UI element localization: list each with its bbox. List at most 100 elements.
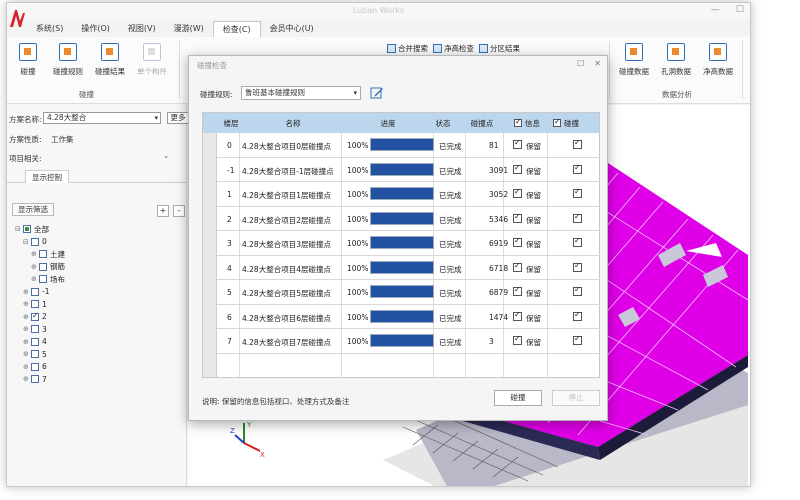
expand-node-icon[interactable]: ⊕ <box>23 338 31 346</box>
expand-node-icon[interactable]: ⊕ <box>23 325 31 333</box>
tree-checkbox[interactable] <box>31 375 39 384</box>
expand-node-icon[interactable]: ⊕ <box>23 363 31 371</box>
tree-item[interactable]: ⊕ 5 <box>15 348 65 361</box>
collision-result-button[interactable]: 碰撞结果 <box>89 43 131 77</box>
tree-item[interactable]: ⊕ 4 <box>15 336 65 349</box>
expand-node-icon[interactable]: ⊕ <box>23 350 31 358</box>
info-keep-checkbox[interactable] <box>513 163 522 174</box>
collapse-chevron-icon[interactable]: ⌄ <box>163 151 169 160</box>
menu-item[interactable]: 漫游(W) <box>165 21 213 37</box>
tree-item[interactable]: ⊕ 1 <box>15 298 65 311</box>
menu-item[interactable]: 检查(C) <box>212 21 261 37</box>
menu-item[interactable]: 视图(V) <box>119 21 165 37</box>
table-row[interactable]: -1 4.28大整合项目-1层碰撞点 100% 已完成 3091 保留 <box>217 158 600 182</box>
hole-data-button[interactable]: 孔洞数据 <box>655 43 697 77</box>
tree-item[interactable]: ⊕ 场布 <box>15 273 65 286</box>
stop-button[interactable]: 停止 <box>552 390 600 406</box>
expand-all-button[interactable]: + <box>157 205 169 217</box>
table-row[interactable]: 6 4.28大整合项目6层碰撞点 100% 已完成 1474 保留 <box>217 305 600 329</box>
col-info[interactable]: 信息 <box>507 117 547 129</box>
tree-item[interactable]: ⊕ 土建 <box>15 248 65 261</box>
collision-checkbox[interactable] <box>573 163 582 174</box>
edit-rule-icon[interactable] <box>370 86 384 100</box>
tree-checkbox[interactable] <box>39 275 47 284</box>
table-row[interactable]: 5 4.28大整合项目5层碰撞点 100% 已完成 6879 保留 <box>217 280 600 305</box>
merge-search-button[interactable]: 合并搜索 <box>387 43 428 54</box>
collision-checkbox[interactable] <box>573 187 582 198</box>
clearance-data-button[interactable]: 净高数据 <box>697 43 739 77</box>
tree-checkbox[interactable] <box>31 237 39 246</box>
maximize-icon[interactable]: ☐ <box>736 5 744 15</box>
expand-node-icon[interactable]: ⊕ <box>31 263 39 271</box>
expand-node-icon[interactable]: ⊕ <box>23 313 31 321</box>
collision-checkbox[interactable] <box>573 212 582 223</box>
expand-node-icon[interactable]: ⊕ <box>23 375 31 383</box>
dialog-close-icon[interactable]: ✕ <box>594 59 601 68</box>
display-filter-button[interactable]: 显示筛选 <box>12 203 54 216</box>
more-button[interactable]: 更多 <box>167 112 189 124</box>
collapse-node-icon[interactable]: ⊟ <box>23 238 31 246</box>
zone-result-button[interactable]: 分区结果 <box>479 43 520 54</box>
expand-node-icon[interactable]: ⊕ <box>31 275 39 283</box>
info-keep-checkbox[interactable] <box>513 310 522 321</box>
collision-button[interactable]: 碰撞 <box>7 43 49 77</box>
tree-item[interactable]: ⊕ 3 <box>15 323 65 336</box>
info-keep-checkbox[interactable] <box>513 261 522 272</box>
collision-checkbox[interactable] <box>573 285 582 296</box>
table-row[interactable]: 3 4.28大整合项目3层碰撞点 100% 已完成 6919 保留 <box>217 231 600 256</box>
info-keep-checkbox[interactable] <box>513 138 522 149</box>
clearance-check-button[interactable]: 净高检查 <box>433 43 474 54</box>
table-row[interactable]: 1 4.28大整合项目1层碰撞点 100% 已完成 3052 保留 <box>217 182 600 207</box>
collision-rule-select[interactable]: 鲁班基本碰撞规则 <box>241 86 361 100</box>
table-row[interactable]: 4 4.28大整合项目4层碰撞点 100% 已完成 6718 保留 <box>217 256 600 280</box>
tree-checkbox[interactable] <box>31 337 39 346</box>
info-all-checkbox[interactable] <box>514 117 522 127</box>
collision-checkbox[interactable] <box>573 236 582 247</box>
info-keep-checkbox[interactable] <box>513 334 522 345</box>
plan-name-select[interactable]: 4.28大整合 <box>43 112 161 124</box>
tree-checkbox[interactable] <box>31 287 39 296</box>
tree-item[interactable]: ⊟ 全部 <box>15 223 65 236</box>
collision-checkbox[interactable] <box>573 334 582 345</box>
tree-item[interactable]: ⊕ 钢筋 <box>15 261 65 274</box>
table-row[interactable]: 2 4.28大整合项目2层碰撞点 100% 已完成 5346 保留 <box>217 207 600 231</box>
tree-checkbox[interactable] <box>31 350 39 359</box>
collapse-node-icon[interactable]: ⊟ <box>15 225 23 233</box>
tree-item[interactable]: ⊕2 <box>15 311 65 324</box>
collision-data-button[interactable]: 碰撞数据 <box>613 43 655 77</box>
menu-item[interactable]: 操作(O) <box>72 21 119 37</box>
table-row[interactable]: 7 4.28大整合项目7层碰撞点 100% 已完成 3 保留 <box>217 329 600 354</box>
tree-checkbox[interactable] <box>31 311 39 321</box>
tree-item[interactable]: ⊕ -1 <box>15 286 65 299</box>
info-keep-checkbox[interactable] <box>513 212 522 223</box>
col-collision[interactable]: 碰撞 <box>546 117 586 129</box>
info-keep-checkbox[interactable] <box>513 187 522 198</box>
expand-node-icon[interactable]: ⊕ <box>31 250 39 258</box>
minimize-icon[interactable]: — <box>711 5 720 15</box>
collision-all-checkbox[interactable] <box>553 117 561 127</box>
tab-display-control[interactable]: 显示控制 <box>25 170 69 183</box>
collapse-all-button[interactable]: - <box>173 205 185 217</box>
tree-item[interactable]: ⊟ 0 <box>15 236 65 249</box>
collide-button[interactable]: 碰撞 <box>494 390 542 406</box>
info-keep-checkbox[interactable] <box>513 285 522 296</box>
single-component-button[interactable]: 单个构件 <box>131 43 173 77</box>
collision-checkbox[interactable] <box>573 261 582 272</box>
tree-checkbox[interactable] <box>39 250 47 259</box>
collision-rule-button[interactable]: 碰撞规则 <box>47 43 89 77</box>
tree-checkbox[interactable] <box>23 225 31 234</box>
collision-checkbox[interactable] <box>573 138 582 149</box>
menu-item[interactable]: 系统(S) <box>27 21 72 37</box>
dialog-maximize-icon[interactable]: ☐ <box>577 59 584 68</box>
info-keep-checkbox[interactable] <box>513 236 522 247</box>
tree-item[interactable]: ⊕ 6 <box>15 361 65 374</box>
tree-checkbox[interactable] <box>31 362 39 371</box>
expand-node-icon[interactable]: ⊕ <box>23 300 31 308</box>
tree-item[interactable]: ⊕ 7 <box>15 373 65 386</box>
menu-item[interactable]: 会员中心(U) <box>261 21 323 37</box>
tree-checkbox[interactable] <box>39 262 47 271</box>
tree-checkbox[interactable] <box>31 325 39 334</box>
table-row[interactable]: 0 4.28大整合项目0层碰撞点 100% 已完成 81 保留 <box>217 133 600 158</box>
expand-node-icon[interactable]: ⊕ <box>23 288 31 296</box>
tree-checkbox[interactable] <box>31 300 39 309</box>
